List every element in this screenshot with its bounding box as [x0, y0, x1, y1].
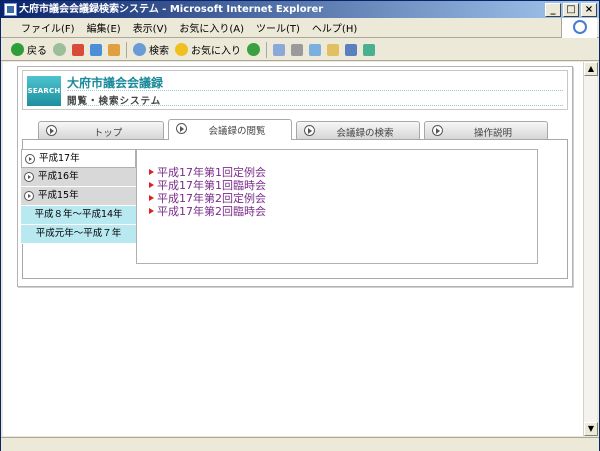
search-button[interactable]: 検索	[133, 42, 169, 57]
research-icon[interactable]	[363, 43, 375, 56]
page-content: SEARCH 大府市議会会議録 閲覧・検索システム トップ 会議録の閲覧 会議録…	[3, 62, 585, 436]
menu-view[interactable]: 表示(V)	[127, 20, 174, 35]
play-circle-icon	[24, 191, 34, 201]
tab-browse[interactable]: 会議録の閲覧	[168, 119, 292, 140]
year-item-h1-h7[interactable]: 平成元年～平成７年	[21, 225, 136, 244]
back-button[interactable]: 戻る	[11, 42, 47, 57]
status-bar	[1, 437, 599, 451]
history-icon[interactable]	[247, 43, 260, 56]
play-circle-icon	[25, 154, 35, 164]
menu-bar: ファイル(F) 編集(E) 表示(V) お気に入り(A) ツール(T) ヘルプ(…	[1, 18, 599, 38]
search-logo: SEARCH	[27, 76, 61, 106]
tab-label: トップ	[93, 128, 123, 139]
discuss-icon[interactable]	[327, 43, 339, 56]
tab-label: 操作説明	[473, 128, 512, 139]
site-header: SEARCH 大府市議会会議録 閲覧・検索システム	[22, 70, 568, 110]
back-arrow-icon	[11, 43, 24, 56]
year-label: 平成17年	[39, 153, 80, 164]
scroll-up-arrow-icon[interactable]: ▲	[584, 62, 598, 76]
ie-page-icon	[4, 3, 17, 16]
home-icon[interactable]	[108, 43, 120, 56]
close-button[interactable]: ×	[581, 3, 597, 17]
messenger-icon[interactable]	[345, 43, 357, 56]
search-label: 検索	[149, 46, 169, 57]
title-bar[interactable]: 大府市議会会議録検索システム - Microsoft Internet Expl…	[1, 1, 599, 18]
toolbar: 戻る 検索 お気に入り	[1, 39, 599, 61]
meeting-link[interactable]: 平成17年第2回定例会	[149, 192, 537, 205]
mail-icon[interactable]	[273, 43, 285, 56]
stop-icon[interactable]	[72, 43, 84, 56]
star-icon	[175, 43, 188, 56]
refresh-icon[interactable]	[90, 43, 102, 56]
menu-favorites[interactable]: お気に入り(A)	[173, 20, 250, 35]
menu-tools[interactable]: ツール(T)	[250, 20, 306, 35]
vertical-scrollbar[interactable]: ▲ ▼	[583, 62, 598, 436]
meeting-link[interactable]: 平成17年第1回定例会	[149, 166, 537, 179]
forward-icon[interactable]	[53, 43, 66, 56]
meeting-link[interactable]: 平成17年第1回臨時会	[149, 179, 537, 192]
meeting-list: 平成17年第1回定例会 平成17年第1回臨時会 平成17年第2回定例会 平成17…	[136, 149, 538, 264]
tab-top[interactable]: トップ	[38, 121, 164, 139]
search-icon	[133, 43, 146, 56]
tab-label: 会議録の検索	[336, 128, 394, 139]
menu-help[interactable]: ヘルプ(H)	[306, 20, 363, 35]
tab-search[interactable]: 会議録の検索	[296, 121, 420, 139]
toolbar-separator	[126, 41, 127, 58]
browser-window: 大府市議会会議録検索システム - Microsoft Internet Expl…	[0, 0, 600, 451]
favorites-button[interactable]: お気に入り	[175, 42, 241, 57]
window-title: 大府市議会会議録検索システム - Microsoft Internet Expl…	[19, 4, 324, 15]
edit-icon[interactable]	[309, 43, 321, 56]
menu-edit[interactable]: 編集(E)	[81, 20, 127, 35]
year-label: 平成15年	[38, 190, 79, 201]
tab-bar: トップ 会議録の閲覧 会議録の検索 操作説明	[38, 119, 550, 140]
scroll-down-arrow-icon[interactable]: ▼	[584, 422, 598, 436]
minimize-button[interactable]: _	[545, 3, 561, 17]
divider	[67, 90, 563, 91]
toolbar-separator	[266, 41, 267, 58]
tab-help[interactable]: 操作説明	[424, 121, 548, 139]
year-label: 平成16年	[38, 171, 79, 182]
meeting-link[interactable]: 平成17年第2回臨時会	[149, 205, 537, 218]
year-item-h17[interactable]: 平成17年	[21, 149, 136, 168]
windows-logo-icon	[561, 18, 597, 38]
print-icon[interactable]	[291, 43, 303, 56]
tab-label: 会議録の閲覧	[208, 126, 266, 137]
year-item-h8-h14[interactable]: 平成８年～平成14年	[21, 206, 136, 225]
play-circle-icon	[24, 172, 34, 182]
year-list: 平成17年 平成16年 平成15年 平成８年～平成14年 平成元年～平成７年	[21, 149, 136, 244]
back-label: 戻る	[27, 46, 47, 57]
year-item-h16[interactable]: 平成16年	[21, 168, 136, 187]
menu-file[interactable]: ファイル(F)	[15, 20, 81, 35]
favorites-label: お気に入り	[191, 46, 241, 57]
year-item-h15[interactable]: 平成15年	[21, 187, 136, 206]
divider	[67, 105, 563, 106]
site-title: 大府市議会会議録	[67, 76, 164, 90]
maximize-button[interactable]: □	[563, 3, 579, 17]
